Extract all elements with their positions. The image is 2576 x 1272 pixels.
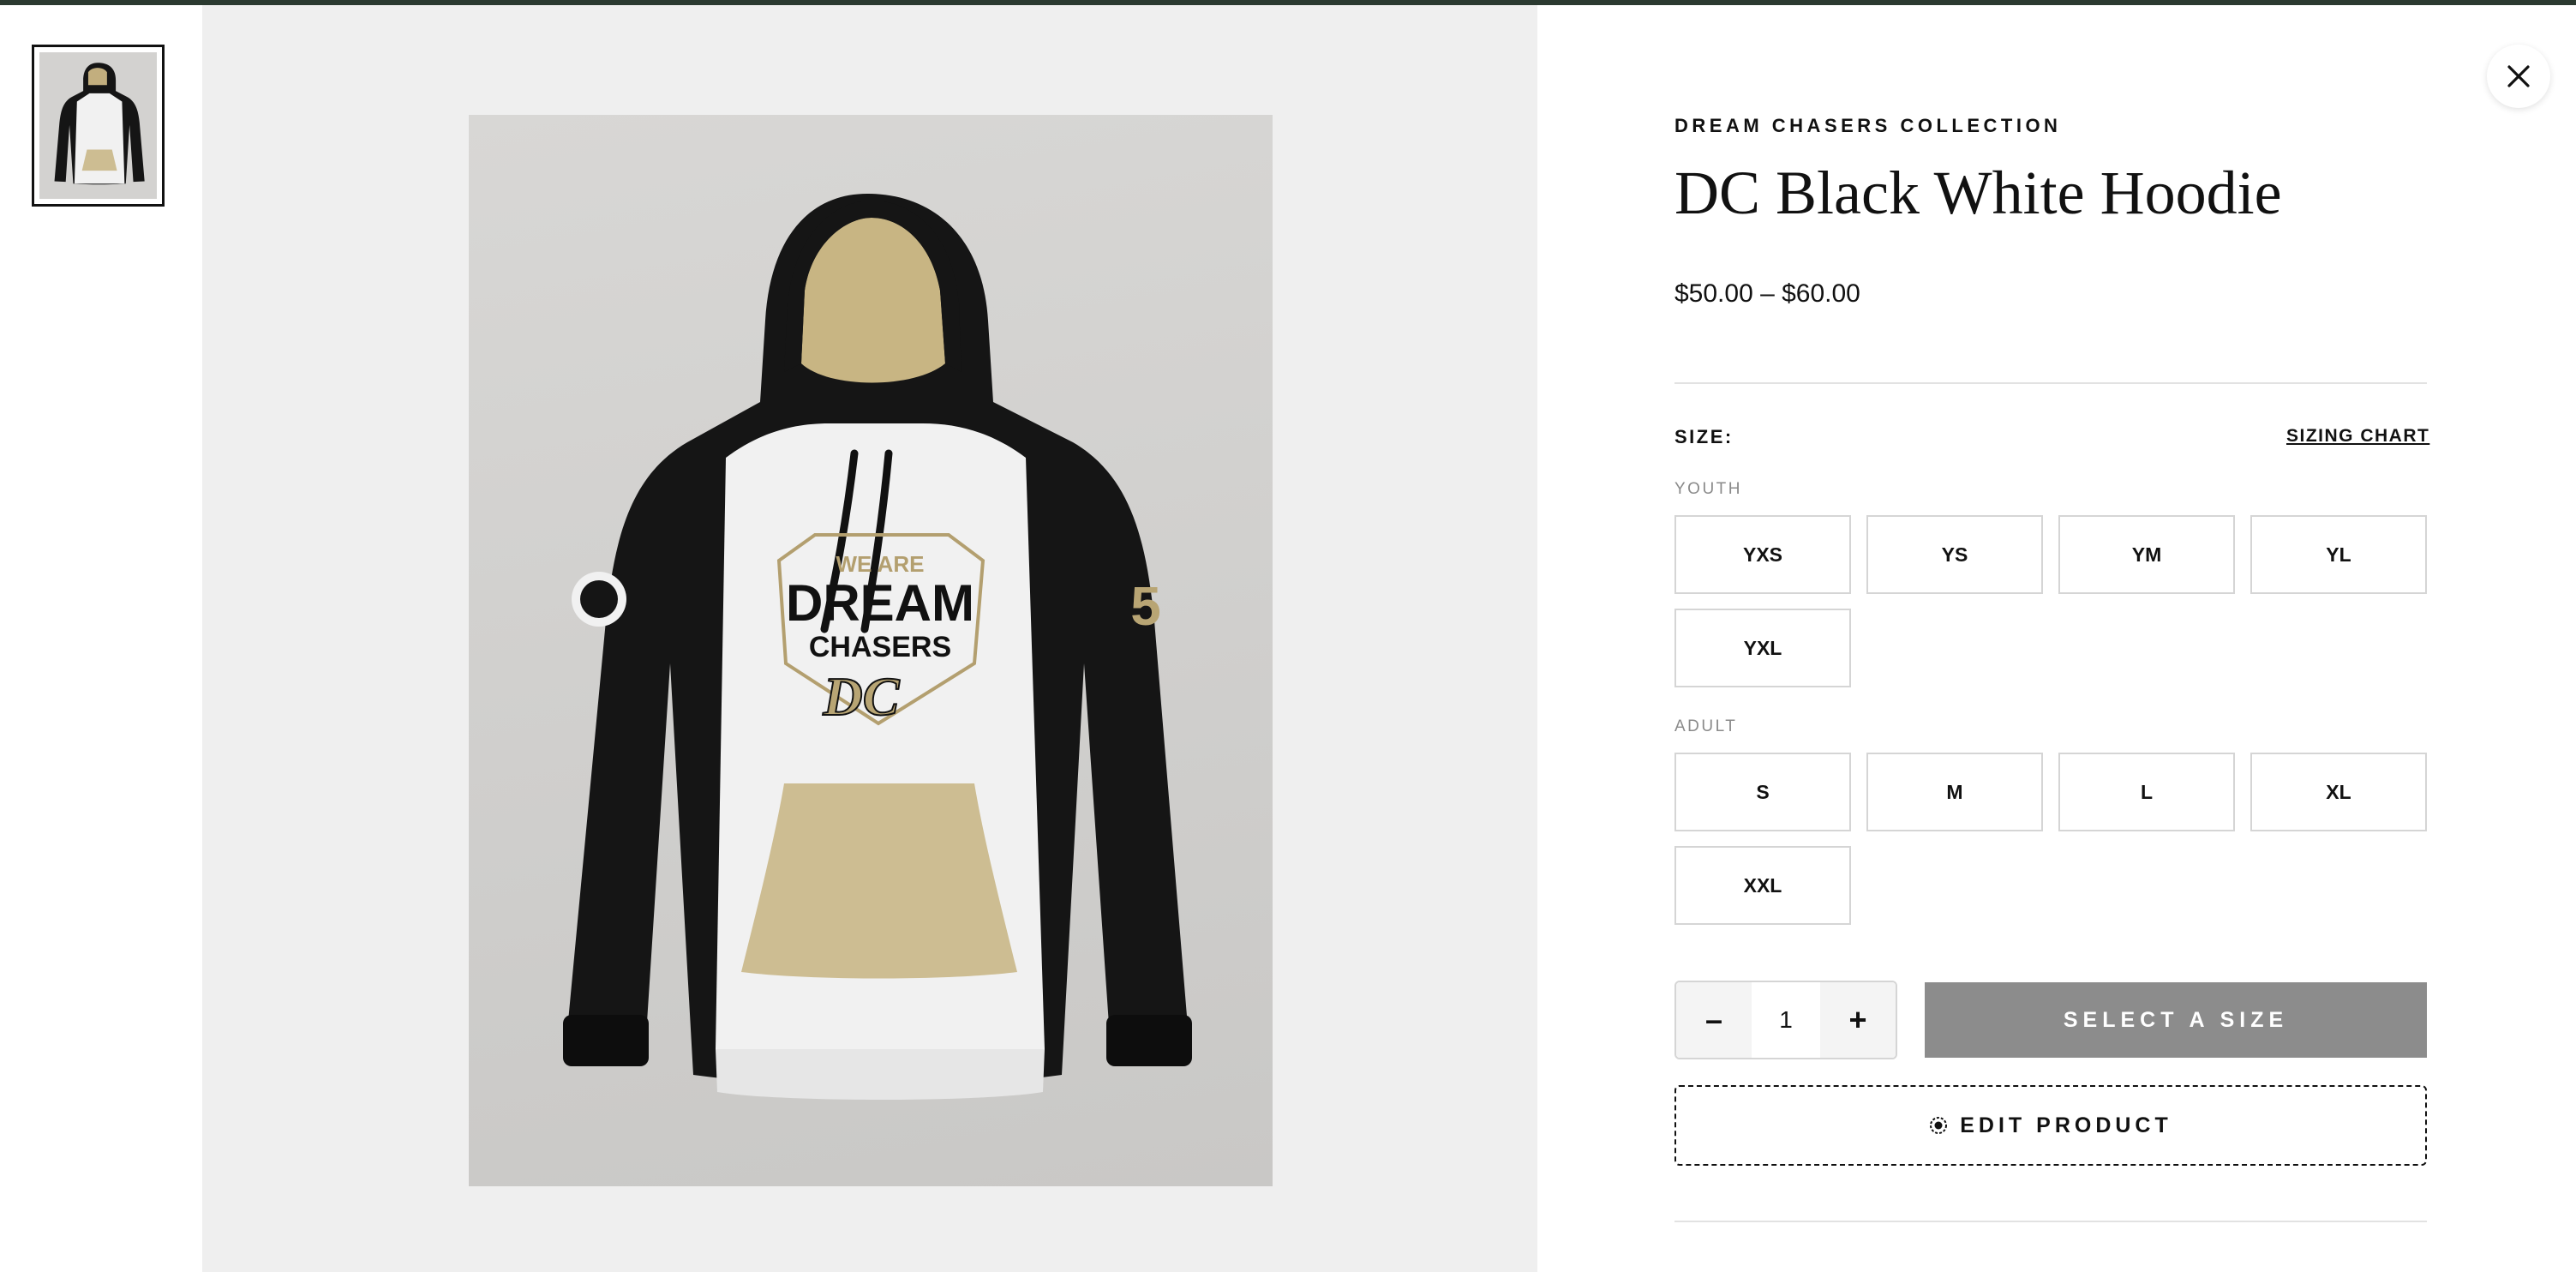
product-image[interactable]: WE ARE DREAM CHASERS DC 5 (469, 115, 1273, 1186)
size-label: SIZE: (1674, 426, 1734, 447)
gear-icon (1930, 1117, 1948, 1134)
size-option-l[interactable]: L (2058, 753, 2235, 831)
sleeve-number: 5 (1130, 575, 1161, 637)
add-to-cart-button[interactable]: SELECT A SIZE (1925, 982, 2427, 1058)
edit-product-label: EDIT PRODUCT (1960, 1113, 2172, 1137)
thumbnail-rail (0, 5, 202, 1272)
collection-label: DREAM CHASERS COLLECTION (1674, 115, 2062, 136)
product-title: DC Black White Hoodie (1674, 159, 2282, 227)
quantity-decrease-button[interactable]: – (1676, 982, 1752, 1058)
product-quickview: WE ARE DREAM CHASERS DC 5 DREAM CHASERS … (0, 0, 2576, 1272)
edit-product-button[interactable]: EDIT PRODUCT (1674, 1085, 2427, 1166)
print-line-3: CHASERS (809, 631, 951, 663)
divider (1674, 382, 2427, 384)
size-option-ym[interactable]: YM (2058, 515, 2235, 594)
print-line-1: WE ARE (836, 551, 924, 577)
quantity-increase-button[interactable]: + (1820, 982, 1896, 1058)
size-option-xxl[interactable]: XXL (1674, 846, 1851, 925)
quantity-stepper: – 1 + (1674, 981, 1897, 1059)
size-option-s[interactable]: S (1674, 753, 1851, 831)
close-button[interactable] (2487, 45, 2550, 108)
quantity-value[interactable]: 1 (1752, 982, 1820, 1058)
divider-bottom (1674, 1221, 2427, 1222)
product-price: $50.00 – $60.00 (1674, 279, 1860, 308)
size-group-label-adult: ADULT (1674, 717, 1738, 735)
product-thumbnail[interactable] (32, 45, 165, 207)
sizing-chart-link[interactable]: SIZING CHART (2286, 426, 2429, 447)
size-option-xl[interactable]: XL (2250, 753, 2427, 831)
product-image-stage: WE ARE DREAM CHASERS DC 5 (202, 5, 1537, 1272)
print-monogram: DC (823, 666, 901, 727)
size-option-yxs[interactable]: YXS (1674, 515, 1851, 594)
thumbnail-image (39, 52, 157, 199)
print-line-2: DREAM (786, 574, 974, 632)
close-icon (2507, 65, 2530, 87)
size-option-yl[interactable]: YL (2250, 515, 2427, 594)
size-group-label-youth: YOUTH (1674, 480, 1742, 498)
size-option-m[interactable]: M (1866, 753, 2043, 831)
size-option-yxl[interactable]: YXL (1674, 609, 1851, 687)
size-option-ys[interactable]: YS (1866, 515, 2043, 594)
